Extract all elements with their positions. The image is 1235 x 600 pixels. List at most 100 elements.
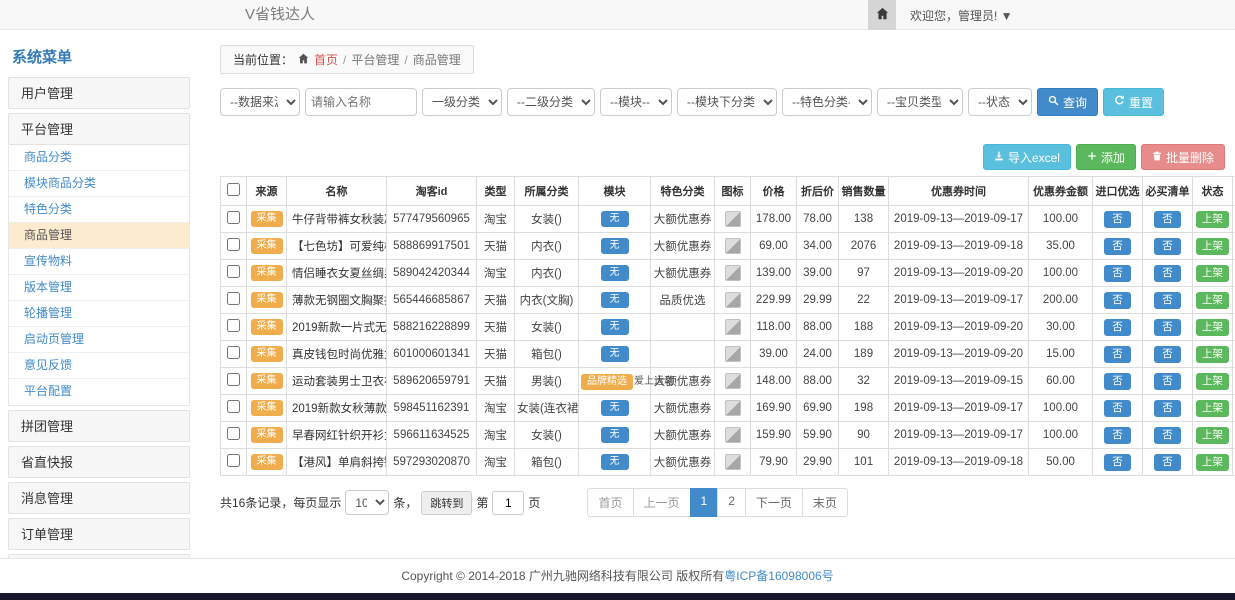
status-button[interactable]: 上架 bbox=[1196, 265, 1229, 282]
sidebar-item[interactable]: 意见反馈 bbox=[9, 353, 189, 379]
coupon-time: 2019-09-13—2019-09-18 bbox=[889, 449, 1029, 476]
sales-count: 198 bbox=[839, 395, 889, 422]
breadcrumb-home-link[interactable]: 首页 bbox=[314, 51, 338, 68]
level2-category-select[interactable]: --二级分类-- bbox=[507, 88, 595, 116]
import-excel-label: 导入excel bbox=[1008, 149, 1060, 166]
must-buy-button[interactable]: 否 bbox=[1154, 265, 1181, 282]
row-checkbox[interactable] bbox=[227, 427, 240, 440]
trash-icon bbox=[1152, 150, 1162, 164]
import-select-button[interactable]: 否 bbox=[1104, 238, 1131, 255]
import-select-button[interactable]: 否 bbox=[1104, 319, 1131, 336]
sidebar-item[interactable]: 版本管理 bbox=[9, 275, 189, 301]
row-checkbox[interactable] bbox=[227, 292, 240, 305]
import-select-button[interactable]: 否 bbox=[1104, 454, 1131, 471]
product-thumbnail bbox=[725, 454, 741, 470]
row-checkbox[interactable] bbox=[227, 346, 240, 359]
row-checkbox[interactable] bbox=[227, 265, 240, 278]
must-buy-button[interactable]: 否 bbox=[1154, 373, 1181, 390]
page-button[interactable]: 2 bbox=[717, 488, 746, 517]
category: 女装(连衣裙) bbox=[515, 395, 579, 422]
status-button[interactable]: 上架 bbox=[1196, 292, 1229, 309]
import-excel-button[interactable]: 导入excel bbox=[983, 144, 1071, 170]
sidebar-item[interactable]: 平台配置 bbox=[9, 379, 189, 405]
status-button[interactable]: 上架 bbox=[1196, 346, 1229, 363]
row-checkbox[interactable] bbox=[227, 238, 240, 251]
must-buy-button[interactable]: 否 bbox=[1154, 400, 1181, 417]
add-button[interactable]: 添加 bbox=[1076, 144, 1136, 170]
product-type: 淘宝 bbox=[477, 449, 515, 476]
row-checkbox[interactable] bbox=[227, 319, 240, 332]
sidebar-item[interactable]: 商品分类 bbox=[9, 145, 189, 171]
sidebar-item[interactable]: 商品管理 bbox=[9, 223, 189, 249]
status-button[interactable]: 上架 bbox=[1196, 454, 1229, 471]
must-buy-button[interactable]: 否 bbox=[1154, 454, 1181, 471]
sidebar-item[interactable]: 宣传物料 bbox=[9, 249, 189, 275]
row-checkbox[interactable] bbox=[227, 400, 240, 413]
import-select-button[interactable]: 否 bbox=[1104, 346, 1131, 363]
category: 内衣() bbox=[515, 260, 579, 287]
sidebar-section[interactable]: 消息管理 bbox=[8, 482, 190, 514]
product-table: 来源名称淘客id类型所属分类模块特色分类图标价格折后价销售数量优惠券时间优惠券金… bbox=[220, 176, 1235, 476]
import-select-button[interactable]: 否 bbox=[1104, 373, 1131, 390]
category: 女装() bbox=[515, 422, 579, 449]
must-buy-button[interactable]: 否 bbox=[1154, 427, 1181, 444]
reset-button[interactable]: 重置 bbox=[1103, 88, 1164, 116]
status-button[interactable]: 上架 bbox=[1196, 238, 1229, 255]
sidebar-section[interactable]: 订单管理 bbox=[8, 518, 190, 550]
sidebar-section[interactable]: 平台管理 bbox=[8, 113, 190, 145]
category: 内衣() bbox=[515, 233, 579, 260]
source-select[interactable]: --数据来源-- bbox=[220, 88, 300, 116]
breadcrumb: 当前位置： 首页 / 平台管理 / 商品管理 bbox=[220, 45, 474, 74]
page-input[interactable] bbox=[492, 491, 524, 515]
jump-button[interactable]: 跳转到 bbox=[421, 491, 472, 515]
import-select-button[interactable]: 否 bbox=[1104, 211, 1131, 228]
level1-category-select[interactable]: 一级分类 bbox=[422, 88, 502, 116]
sidebar-item[interactable]: 轮播管理 bbox=[9, 301, 189, 327]
user-menu[interactable]: 欢迎您，管理员! ▼ bbox=[910, 7, 1013, 24]
page-button[interactable]: 1 bbox=[690, 488, 719, 517]
sidebar-item[interactable]: 启动页管理 bbox=[9, 327, 189, 353]
status-button[interactable]: 上架 bbox=[1196, 319, 1229, 336]
import-select-button[interactable]: 否 bbox=[1104, 400, 1131, 417]
status-button[interactable]: 上架 bbox=[1196, 427, 1229, 444]
must-buy-button[interactable]: 否 bbox=[1154, 292, 1181, 309]
sidebar-item[interactable]: 特色分类 bbox=[9, 197, 189, 223]
feature-category: 大额优惠券 bbox=[651, 368, 715, 395]
breadcrumb-level1[interactable]: 平台管理 bbox=[351, 51, 399, 68]
must-buy-button[interactable]: 否 bbox=[1154, 346, 1181, 363]
row-checkbox[interactable] bbox=[227, 454, 240, 467]
module-sub-select[interactable]: --模块下分类-- bbox=[677, 88, 777, 116]
feature-category bbox=[651, 341, 715, 368]
feature-category-select[interactable]: --特色分类-- bbox=[782, 88, 872, 116]
status-button[interactable]: 上架 bbox=[1196, 373, 1229, 390]
page-button[interactable]: 末页 bbox=[802, 488, 848, 517]
sidebar-item[interactable]: 模块商品分类 bbox=[9, 171, 189, 197]
item-type-select[interactable]: --宝贝类型-- bbox=[877, 88, 963, 116]
import-select-button[interactable]: 否 bbox=[1104, 292, 1131, 309]
must-buy-button[interactable]: 否 bbox=[1154, 319, 1181, 336]
page-button[interactable]: 下一页 bbox=[745, 488, 803, 517]
per-page-select[interactable]: 10 bbox=[345, 490, 389, 515]
sidebar-section[interactable]: 拼团管理 bbox=[8, 410, 190, 442]
must-buy-button[interactable]: 否 bbox=[1154, 211, 1181, 228]
row-checkbox[interactable] bbox=[227, 211, 240, 224]
status-button[interactable]: 上架 bbox=[1196, 211, 1229, 228]
sidebar-submenu: 商品分类模块商品分类特色分类商品管理宣传物料版本管理轮播管理启动页管理意见反馈平… bbox=[8, 145, 190, 406]
module-select[interactable]: --模块-- bbox=[600, 88, 672, 116]
must-buy-button[interactable]: 否 bbox=[1154, 238, 1181, 255]
home-button[interactable] bbox=[868, 0, 896, 30]
page-button[interactable]: 上一页 bbox=[633, 488, 691, 517]
search-button[interactable]: 查询 bbox=[1037, 88, 1098, 116]
row-checkbox[interactable] bbox=[227, 373, 240, 386]
select-all-checkbox[interactable] bbox=[227, 183, 240, 196]
import-select-button[interactable]: 否 bbox=[1104, 265, 1131, 282]
page-button[interactable]: 首页 bbox=[587, 488, 633, 517]
name-input[interactable] bbox=[305, 88, 417, 116]
sidebar-section[interactable]: 省直快报 bbox=[8, 446, 190, 478]
icp-link[interactable]: 粤ICP备16098006号 bbox=[724, 569, 833, 583]
sidebar-section[interactable]: 用户管理 bbox=[8, 77, 190, 109]
status-button[interactable]: 上架 bbox=[1196, 400, 1229, 417]
status-select[interactable]: --状态-- bbox=[968, 88, 1032, 116]
import-select-button[interactable]: 否 bbox=[1104, 427, 1131, 444]
batch-delete-button[interactable]: 批量删除 bbox=[1141, 144, 1225, 170]
